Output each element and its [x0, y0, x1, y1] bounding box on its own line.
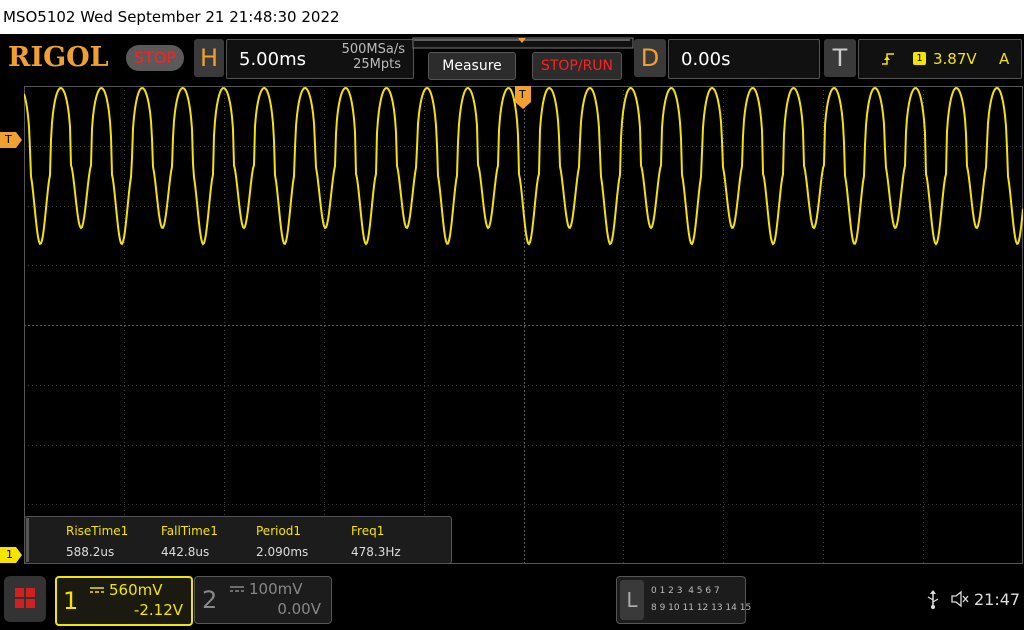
measure-button[interactable]: Measure	[428, 52, 516, 80]
run-state-badge[interactable]: STOP	[126, 45, 184, 71]
delay-settings[interactable]: 0.00s	[668, 39, 820, 79]
measurement-panel: RiseTime1 FallTime1 Period1 Freq1 588.2u…	[24, 516, 452, 564]
memory-overview-bar[interactable]	[412, 36, 634, 52]
trigger-mode: A	[999, 50, 1010, 68]
rising-edge-icon	[882, 53, 894, 65]
ch2-number: 2	[202, 586, 218, 614]
logic-channels-row2: 8 9 10 11 12 13 14 15	[651, 603, 752, 613]
horizontal-settings[interactable]: 5.00ms 500MSa/s 25Mpts	[226, 39, 414, 79]
trigger-menu-button[interactable]: T	[824, 39, 856, 77]
waveform-display[interactable]	[24, 86, 1023, 564]
brand-logo: RIGOL	[8, 42, 109, 73]
logic-letter: L	[620, 580, 644, 620]
sample-rate: 500MSa/s	[341, 42, 405, 57]
channel-1-panel[interactable]: 1 560mV -2.12V	[55, 576, 193, 626]
timebase-value: 5.00ms	[239, 49, 306, 70]
measure-value-period: 2.090ms	[256, 545, 309, 559]
clock: 21:47	[974, 590, 1021, 609]
measure-header-freq: Freq1	[351, 524, 385, 538]
delay-menu-button[interactable]: D	[634, 39, 666, 77]
usb-icon	[927, 590, 939, 609]
ch2-scale: 100mV	[249, 580, 303, 598]
mute-icon[interactable]	[950, 590, 970, 608]
logic-channels-row1: 0 1 2 3 4 5 6 7	[651, 586, 720, 596]
trigger-level-marker[interactable]	[0, 132, 24, 148]
trigger-source-badge: 1	[913, 52, 926, 65]
measure-value-risetime: 588.2us	[66, 545, 115, 559]
ch1-number: 1	[63, 587, 79, 615]
trigger-settings[interactable]: 1 3.87V A	[858, 39, 1022, 79]
delay-value: 0.00s	[681, 49, 731, 70]
dc-coupling-icon	[230, 586, 244, 592]
title-text: MSO5102 Wed September 21 21:48:30 2022	[3, 8, 340, 26]
channel-2-panel[interactable]: 2 100mV 0.00V	[194, 576, 332, 624]
ch1-scale: 560mV	[109, 581, 163, 599]
stop-run-button[interactable]: STOP/RUN	[532, 52, 622, 80]
ch1-offset: -2.12V	[133, 601, 183, 619]
measure-header-risetime: RiseTime1	[66, 524, 129, 538]
graticule	[24, 86, 1023, 564]
measure-value-falltime: 442.8us	[161, 545, 210, 559]
horizontal-menu-button[interactable]: H	[194, 39, 224, 77]
main-menu-button[interactable]	[4, 576, 46, 622]
ch1-ground-marker-label: 1	[6, 548, 13, 561]
measure-header-period: Period1	[256, 524, 302, 538]
channel-1-trace	[24, 86, 1023, 246]
trigger-position-marker-label: T	[519, 88, 526, 101]
memory-depth: 25Mpts	[353, 57, 401, 72]
ch2-offset: 0.00V	[277, 600, 321, 618]
trigger-level-value: 3.87V	[933, 50, 977, 68]
dc-coupling-icon	[90, 587, 104, 593]
measure-value-freq: 478.3Hz	[351, 545, 401, 559]
measure-header-falltime: FallTime1	[161, 524, 218, 538]
title-bar: MSO5102 Wed September 21 21:48:30 2022	[0, 0, 1024, 34]
trigger-level-marker-label: T	[5, 133, 12, 146]
logic-analyzer-panel[interactable]: L 0 1 2 3 4 5 6 7 8 9 10 11 12 13 14 15	[616, 576, 751, 624]
grid-menu-icon	[15, 588, 35, 608]
